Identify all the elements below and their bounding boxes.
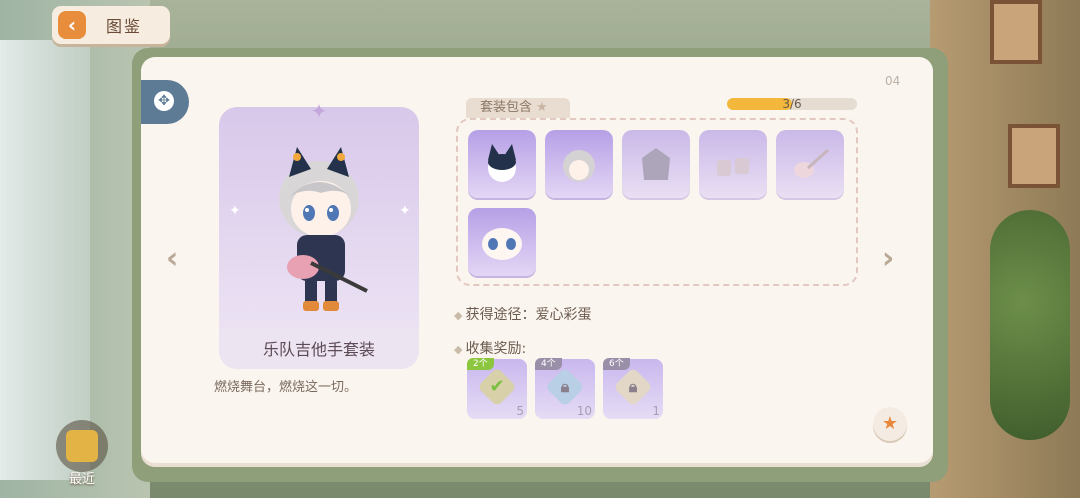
lock-icon: 🔒︎: [560, 377, 570, 396]
page-index: 04: [885, 74, 901, 88]
suit-item-guitar[interactable]: [776, 130, 844, 198]
outfit-name: 乐队吉他手套装: [262, 340, 375, 359]
compass-icon: ✥: [154, 91, 174, 111]
outfit-description: 燃烧舞台，燃烧这一切。: [214, 380, 358, 395]
background-curtain: [0, 40, 90, 480]
checkmark-icon: ✔: [489, 376, 505, 397]
rewards-label: 收集奖励:: [465, 341, 527, 357]
star-icon: ★: [881, 413, 899, 434]
next-outfit-button[interactable]: ›: [882, 244, 894, 274]
reward-threshold: 6个: [603, 358, 630, 370]
outfit-character-image: [279, 147, 368, 311]
reward-threshold: 2个: [467, 358, 494, 370]
suit-items-grid: [456, 118, 858, 286]
background-picture-frame: [1008, 124, 1060, 188]
treasure-chest-icon: [66, 430, 98, 462]
suit-item-hair[interactable]: [545, 130, 613, 198]
source-label: 获得途径：: [465, 307, 536, 323]
lock-icon: 🔒︎: [628, 377, 638, 396]
reward-tier-2[interactable]: 4个 🔒︎ 10: [535, 358, 595, 419]
suit-contents-label: 套装包含 ★: [466, 98, 570, 118]
source-row: ◆ 获得途径：爱心彩蛋: [454, 304, 591, 324]
chevron-left-icon: ‹: [58, 11, 86, 39]
source-value: 爱心彩蛋: [535, 307, 592, 323]
suit-item-face[interactable]: [468, 208, 536, 276]
back-button[interactable]: ‹ 图鉴: [52, 6, 170, 44]
favorite-button[interactable]: ★: [873, 407, 907, 441]
collection-progress-text: 3/6: [782, 97, 802, 111]
recent-label: 最近: [68, 472, 95, 487]
guitar-icon: [794, 148, 830, 178]
card-ornament-icon: ✦: [310, 99, 328, 123]
diamond-bullet-icon: ◆: [454, 343, 463, 356]
reward-count: 10: [576, 404, 592, 418]
recent-button[interactable]: 最近: [52, 420, 112, 488]
suit-contents-text: 套装包含: [480, 100, 533, 115]
star-icon: ★: [536, 100, 548, 115]
suit-item-hat[interactable]: [468, 130, 536, 198]
background-plant: [990, 210, 1070, 440]
prev-outfit-button[interactable]: ‹: [166, 244, 178, 274]
reward-count: 5: [516, 404, 524, 418]
face-makeup-icon: [482, 228, 522, 260]
diamond-bullet-icon: ◆: [454, 309, 463, 322]
boots-icon: [717, 158, 749, 176]
reward-count: 1: [652, 404, 660, 418]
suit-item-boots[interactable]: [699, 130, 767, 198]
reward-tier-1[interactable]: 2个 ✔ 5: [467, 358, 527, 419]
jacket-icon: [642, 148, 670, 180]
rewards-row: ◆ 收集奖励:: [454, 338, 526, 358]
hair-icon: [563, 150, 595, 182]
page-title: 图鉴: [106, 17, 143, 36]
sparkle-icon: ✦: [229, 203, 241, 219]
sparkle-icon: ✦: [399, 203, 411, 219]
outfit-card[interactable]: ✦ ✦ ✦ 乐队吉他手套装: [219, 99, 419, 369]
reward-tier-3[interactable]: 6个 🔒︎ 1: [603, 358, 663, 419]
cat-ear-hat-icon: [488, 144, 516, 182]
reward-threshold: 4个: [535, 358, 562, 370]
suit-item-jacket[interactable]: [622, 130, 690, 198]
background-picture-frame: [990, 0, 1042, 64]
